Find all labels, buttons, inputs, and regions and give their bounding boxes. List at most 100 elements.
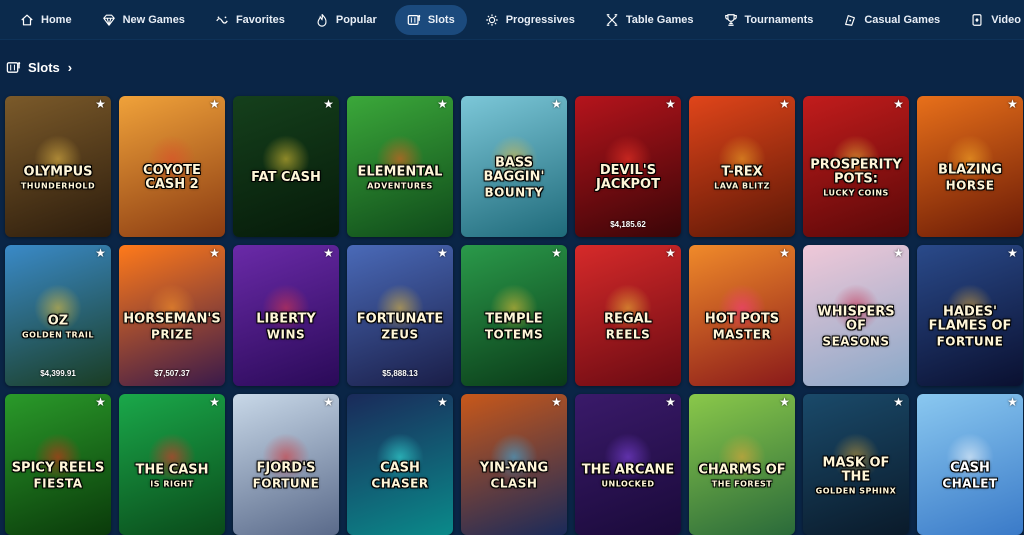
game-tile[interactable]: ★ Prosperity Pots: Lucky Coins [803, 96, 909, 237]
game-subtitle: is Right [150, 479, 194, 489]
game-tile[interactable]: ★ Elemental Adventures [347, 96, 453, 237]
game-title: Temple Totems [465, 312, 563, 341]
favorite-star-icon[interactable]: ★ [208, 247, 221, 260]
favorite-star-icon[interactable]: ★ [436, 98, 449, 111]
chevron-right-icon: › [67, 59, 73, 75]
game-tile[interactable]: ★ Coyote Cash 2 [119, 96, 225, 237]
trophy-icon [724, 13, 738, 27]
game-tile[interactable]: ★ Fjord's Fortune [233, 394, 339, 535]
game-subtitle: Lava Blitz [714, 181, 770, 191]
favorite-star-icon[interactable]: ★ [1006, 98, 1019, 111]
flame-icon [315, 13, 329, 27]
favorite-star-icon[interactable]: ★ [94, 247, 107, 260]
nav-item-table-games[interactable]: Table Games [593, 5, 706, 35]
game-subtitle: Bounty [484, 185, 544, 200]
favorite-star-icon[interactable]: ★ [436, 396, 449, 409]
game-tile[interactable]: ★ Hot Pots Master [689, 245, 795, 386]
nav-item-home[interactable]: Home [8, 5, 84, 35]
game-title: Cash Chaser [351, 461, 449, 490]
game-tile[interactable]: ★ Oz Golden Trail $4,399.91 [5, 245, 111, 386]
favorite-star-icon[interactable]: ★ [322, 98, 335, 111]
diamond-icon [102, 13, 116, 27]
game-tile[interactable]: ★ Blazing Horse [917, 96, 1023, 237]
nav-item-tournaments[interactable]: Tournaments [712, 5, 826, 35]
game-tile[interactable]: ★ Mask of the Golden Sphinx [803, 394, 909, 535]
game-title: Horseman's Prize [123, 311, 221, 342]
favorite-star-icon[interactable]: ★ [778, 98, 791, 111]
nav-item-slots[interactable]: Slots [394, 4, 467, 35]
favorite-star-icon[interactable]: ★ [322, 247, 335, 260]
game-tile[interactable]: ★ T-Rex Lava Blitz [689, 96, 795, 237]
favorite-star-icon[interactable]: ★ [208, 98, 221, 111]
nav-item-new-games[interactable]: New Games [90, 5, 197, 35]
favorite-star-icon[interactable]: ★ [1006, 247, 1019, 260]
game-title: Fortunate Zeus [351, 312, 449, 341]
favorite-star-icon[interactable]: ★ [664, 396, 677, 409]
game-tile[interactable]: ★ Whispers of Seasons [803, 245, 909, 386]
game-tile[interactable]: ★ Devil's Jackpot $4,185.62 [575, 96, 681, 237]
favorite-star-icon[interactable]: ★ [550, 247, 563, 260]
game-title: Liberty Wins [237, 312, 335, 341]
game-tile[interactable]: ★ Yin-Yang Clash [461, 394, 567, 535]
game-tile[interactable]: ★ Regal Reels [575, 245, 681, 386]
game-tile[interactable]: ★ Charms of the Forest [689, 394, 795, 535]
section-title: Slots [28, 59, 60, 75]
game-tile[interactable]: ★ Fat Cash [233, 96, 339, 237]
favorite-star-icon[interactable]: ★ [436, 247, 449, 260]
game-subtitle: Master [712, 327, 772, 342]
nav-item-popular[interactable]: Popular [303, 5, 389, 35]
game-title: Elemental Adventures [351, 165, 449, 191]
game-tile[interactable]: ★ Temple Totems [461, 245, 567, 386]
game-subtitle: Prize [151, 327, 193, 342]
video-poker-icon [970, 13, 984, 27]
nav-item-label: New Games [122, 13, 185, 26]
game-subtitle: Adventures [367, 181, 433, 191]
top-nav: Home New Games Favorites Popular Slots Progre… [0, 0, 1024, 40]
game-tile[interactable]: ★ The Arcane Unlocked [575, 394, 681, 535]
game-tile[interactable]: ★ Hades' Flames of Fortune [917, 245, 1023, 386]
game-title: Regal Reels [579, 312, 677, 341]
favorite-star-icon[interactable]: ★ [322, 396, 335, 409]
favorite-star-icon[interactable]: ★ [94, 98, 107, 111]
section-header[interactable]: Slots › [6, 57, 72, 77]
nav-item-label: Casual Games [864, 13, 941, 26]
favorite-star-icon[interactable]: ★ [208, 396, 221, 409]
nav-item-label: Home [41, 13, 72, 26]
game-subtitle: Thunderhold [20, 181, 96, 191]
favorite-star-icon[interactable]: ★ [550, 98, 563, 111]
game-tile[interactable]: ★ The Cash is Right [119, 394, 225, 535]
nav-item-label: Table Games [625, 13, 694, 26]
nav-item-casual-games[interactable]: Casual Games [831, 5, 952, 35]
nav-item-progressives[interactable]: Progressives [473, 5, 587, 35]
nav-item-favorites[interactable]: Favorites [203, 5, 297, 35]
game-tile[interactable]: ★ Liberty Wins [233, 245, 339, 386]
game-subtitle: Zeus [381, 327, 419, 342]
nav-item-label: Tournaments [744, 13, 814, 26]
game-tile[interactable]: ★ Fortunate Zeus $5,888.13 [347, 245, 453, 386]
favorite-star-icon[interactable]: ★ [664, 247, 677, 260]
favorite-star-icon[interactable]: ★ [892, 98, 905, 111]
game-tile[interactable]: ★ Spicy Reels Fiesta [5, 394, 111, 535]
favorite-star-icon[interactable]: ★ [94, 396, 107, 409]
game-title: Spicy Reels Fiesta [9, 461, 107, 490]
favorite-star-icon[interactable]: ★ [664, 98, 677, 111]
game-title: Hot Pots Master [693, 312, 791, 341]
game-tile[interactable]: ★ Horseman's Prize $7,507.37 [119, 245, 225, 386]
game-tile[interactable]: ★ Cash Chalet [917, 394, 1023, 535]
favorite-star-icon[interactable]: ★ [1006, 396, 1019, 409]
nav-item-video-poker[interactable]: Video Poker [958, 5, 1024, 35]
slot-machine-icon [407, 13, 421, 27]
game-tile[interactable]: ★ Cash Chaser [347, 394, 453, 535]
favorite-star-icon[interactable]: ★ [778, 247, 791, 260]
game-title: Whispers of Seasons [807, 305, 905, 348]
game-title: The Cash is Right [123, 463, 221, 489]
game-tile[interactable]: ★ Bass Baggin' Bounty [461, 96, 567, 237]
favorite-star-icon[interactable]: ★ [892, 247, 905, 260]
favorite-star-icon[interactable]: ★ [892, 396, 905, 409]
favorite-star-icon[interactable]: ★ [778, 396, 791, 409]
nav-item-label: Popular [335, 13, 377, 26]
game-title: T-Rex Lava Blitz [693, 165, 791, 191]
game-tile[interactable]: ★ Olympus Thunderhold [5, 96, 111, 237]
favorites-icon [215, 13, 229, 27]
favorite-star-icon[interactable]: ★ [550, 396, 563, 409]
